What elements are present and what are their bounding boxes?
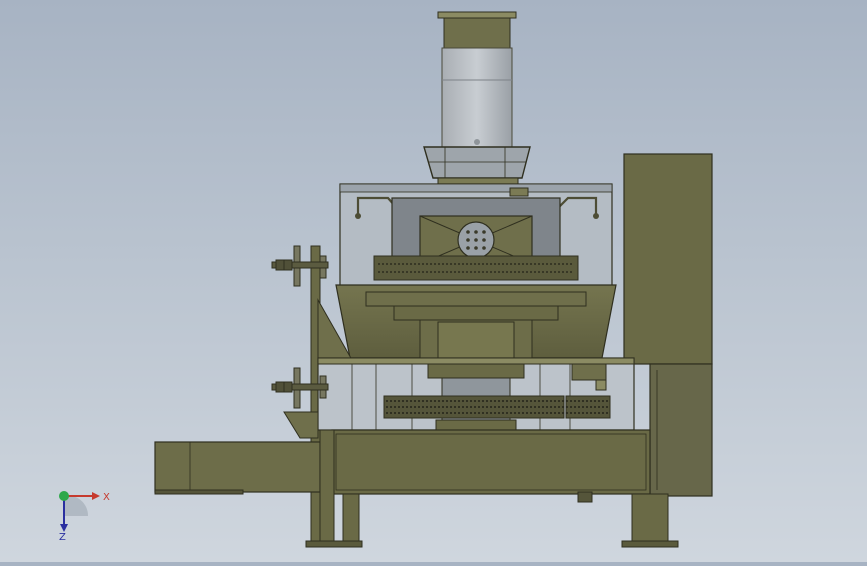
leg-middle (342, 493, 360, 545)
z-axis-label: Z (59, 532, 66, 542)
feed-stack-cap (437, 11, 517, 19)
coordinate-triad: X Z (59, 491, 110, 542)
drive-shaft (427, 363, 525, 379)
base-frame (331, 429, 651, 495)
hopper-basket (423, 146, 531, 179)
discharge-chute (154, 441, 321, 493)
control-cabinet-lower (649, 363, 713, 497)
control-cabinet-upper (623, 153, 713, 365)
feed-stack-top (443, 17, 511, 49)
upper-gear-ring (373, 255, 579, 281)
y-axis-dot (59, 491, 69, 501)
leg-left (319, 429, 335, 545)
leg-right (631, 493, 669, 545)
cad-3d-viewport[interactable] (0, 0, 867, 562)
machine-model[interactable] (0, 0, 867, 562)
x-axis-label: X (103, 492, 110, 503)
